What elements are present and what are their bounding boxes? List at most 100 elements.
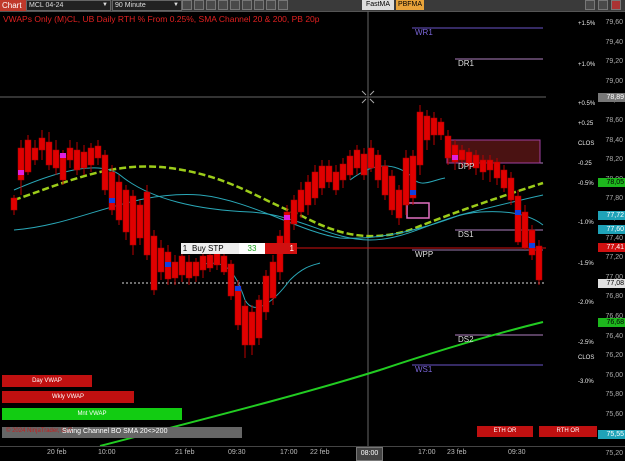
day-vwap-bar: Day VWAP bbox=[2, 375, 92, 387]
time-tick-label: 21 feb bbox=[175, 449, 195, 456]
bear-candle[interactable] bbox=[276, 235, 284, 273]
bear-candle[interactable] bbox=[262, 275, 270, 313]
bear-candle[interactable] bbox=[500, 169, 508, 189]
bear-candle[interactable] bbox=[458, 149, 466, 161]
bear-candle[interactable] bbox=[521, 211, 529, 249]
bear-candle[interactable] bbox=[73, 149, 81, 171]
bear-candle[interactable] bbox=[241, 305, 249, 346]
bear-candle[interactable] bbox=[444, 135, 452, 159]
bear-candle[interactable] bbox=[290, 199, 298, 225]
time-tick-label: 10:00 bbox=[98, 449, 116, 456]
bear-candle[interactable] bbox=[101, 154, 109, 191]
bear-candle[interactable] bbox=[108, 171, 116, 211]
price-tick-label: 77,80 bbox=[605, 195, 623, 203]
price-marker-label: 78,89 bbox=[598, 93, 625, 102]
order-close-qty[interactable]: 1 bbox=[265, 243, 297, 254]
bear-candle[interactable] bbox=[115, 181, 123, 221]
bear-candle[interactable] bbox=[24, 139, 32, 173]
bear-candle[interactable] bbox=[234, 285, 242, 326]
bear-candle[interactable] bbox=[339, 163, 347, 181]
price-tick-label: 77,20 bbox=[605, 254, 623, 262]
bear-candle[interactable] bbox=[17, 147, 25, 181]
bear-candle[interactable] bbox=[402, 157, 410, 206]
bear-candle[interactable] bbox=[388, 175, 396, 211]
eth-or-button[interactable]: ETH OR bbox=[477, 426, 533, 437]
bear-candle[interactable] bbox=[31, 147, 39, 161]
bear-candle[interactable] bbox=[493, 161, 501, 179]
bear-candle[interactable] bbox=[94, 145, 102, 159]
order-type-label[interactable]: Buy STP bbox=[189, 243, 239, 254]
bear-candle[interactable] bbox=[297, 189, 305, 213]
bear-candle[interactable] bbox=[325, 165, 333, 183]
price-tick-label: 77,40 bbox=[605, 234, 623, 242]
bear-candle[interactable] bbox=[10, 197, 18, 211]
bear-candle[interactable] bbox=[227, 263, 235, 297]
price-marker-label: 77,72 bbox=[598, 211, 625, 220]
price-tick-label: 75,80 bbox=[605, 391, 623, 399]
bear-candle[interactable] bbox=[255, 299, 263, 339]
bear-candle[interactable] bbox=[311, 171, 319, 199]
bear-candle[interactable] bbox=[304, 181, 312, 206]
bear-candle[interactable] bbox=[206, 254, 214, 269]
wpp-label: WPP bbox=[415, 250, 434, 259]
bear-candle[interactable] bbox=[129, 195, 137, 246]
bear-candle[interactable] bbox=[269, 261, 277, 299]
price-marker-label: 77,41 bbox=[598, 243, 625, 252]
bear-candle[interactable] bbox=[45, 141, 53, 166]
bear-candle[interactable] bbox=[437, 121, 445, 136]
bear-candle[interactable] bbox=[213, 252, 221, 266]
bear-candle[interactable] bbox=[220, 255, 228, 273]
bear-candle[interactable] bbox=[395, 189, 403, 219]
signal-marker bbox=[452, 155, 458, 160]
bear-candle[interactable] bbox=[178, 255, 186, 276]
buy-stop-order[interactable]: 1 Buy STP 33 1 bbox=[181, 243, 297, 254]
bear-candle[interactable] bbox=[353, 149, 361, 169]
bear-candle[interactable] bbox=[122, 189, 130, 233]
time-axis[interactable]: 08:00 20 feb 10:00 21 feb 09:30 17:00 22 feb 1… bbox=[0, 446, 625, 461]
bear-candle[interactable] bbox=[318, 165, 326, 189]
bear-candle[interactable] bbox=[185, 261, 193, 279]
bear-candle[interactable] bbox=[143, 191, 151, 256]
bear-candle[interactable] bbox=[52, 149, 60, 169]
bear-candle[interactable] bbox=[248, 311, 256, 346]
bear-candle[interactable] bbox=[171, 261, 179, 279]
bear-candle[interactable] bbox=[136, 204, 144, 239]
bear-candle[interactable] bbox=[332, 171, 340, 191]
bear-candle[interactable] bbox=[507, 177, 515, 201]
bear-candle[interactable] bbox=[430, 117, 438, 136]
price-tick-label: 79,00 bbox=[605, 77, 623, 85]
bear-candle[interactable] bbox=[367, 147, 375, 169]
bear-candle[interactable] bbox=[381, 165, 389, 196]
bear-candle[interactable] bbox=[423, 115, 431, 141]
time-tick-label: 17:00 bbox=[280, 449, 298, 456]
bear-candle[interactable] bbox=[360, 153, 368, 176]
ds2-label: DS2 bbox=[458, 335, 474, 344]
price-axis[interactable]: 79,6079,4079,2079,0078,8078,6078,4078,20… bbox=[546, 11, 625, 457]
bear-candle[interactable] bbox=[150, 235, 158, 291]
order-quantity[interactable]: 33 bbox=[239, 243, 265, 254]
signal-marker bbox=[515, 210, 521, 215]
bear-candle[interactable] bbox=[514, 195, 522, 243]
bear-candle[interactable] bbox=[486, 159, 494, 171]
bear-candle[interactable] bbox=[87, 147, 95, 166]
swing-channel-bar: © 2024 NinjaTrader, LLC Swing Channel BO… bbox=[2, 427, 242, 438]
bear-candle[interactable] bbox=[528, 229, 536, 256]
bear-candle[interactable] bbox=[346, 155, 354, 176]
bear-candle[interactable] bbox=[416, 111, 424, 166]
bear-candle[interactable] bbox=[38, 137, 46, 151]
bear-candle[interactable] bbox=[479, 159, 487, 173]
bear-candle[interactable] bbox=[535, 245, 543, 281]
percent-tick-label: -1.5% bbox=[578, 261, 594, 267]
order-qty-badge[interactable]: 1 bbox=[181, 243, 189, 254]
bear-candle[interactable] bbox=[192, 261, 200, 277]
bear-candle[interactable] bbox=[80, 151, 88, 169]
swing-channel-label: Swing Channel BO SMA 20<>200 bbox=[62, 428, 168, 435]
bear-candle[interactable] bbox=[199, 255, 207, 271]
dpp-label: DPP bbox=[458, 162, 475, 171]
bear-candle[interactable] bbox=[157, 247, 165, 273]
bear-candle[interactable] bbox=[374, 154, 382, 181]
signal-marker bbox=[235, 286, 241, 291]
bear-candle[interactable] bbox=[66, 147, 74, 161]
bear-candle[interactable] bbox=[59, 154, 67, 181]
signal-marker bbox=[165, 262, 171, 267]
